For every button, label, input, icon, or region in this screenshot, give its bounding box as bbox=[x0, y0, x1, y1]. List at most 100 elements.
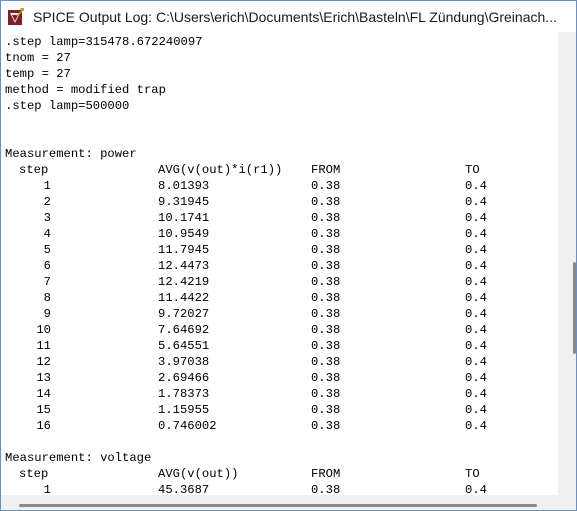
table-cell: 0.4 bbox=[465, 355, 487, 369]
table-cell: 0.38 bbox=[311, 291, 341, 305]
table-cell: 0.4 bbox=[465, 387, 487, 401]
log-line: method = modified trap bbox=[5, 83, 166, 97]
table-cell: 15 bbox=[36, 403, 51, 417]
measurement-row: 1 8.01393 0.38 0.4 bbox=[5, 178, 558, 194]
table-cell: 0.4 bbox=[465, 371, 487, 385]
table-cell: 11.4422 bbox=[158, 291, 210, 305]
column-header: AVG(v(out)) bbox=[158, 467, 239, 481]
table-cell: 0.4 bbox=[465, 307, 487, 321]
column-header: TO bbox=[465, 163, 480, 177]
column-header: TO bbox=[465, 467, 480, 481]
column-header: AVG(v(out)*i(r1)) bbox=[158, 163, 283, 177]
title-bar[interactable]: SPICE Output Log: C:\Users\erich\Documen… bbox=[1, 1, 576, 32]
table-cell: 1.78373 bbox=[158, 387, 210, 401]
table-cell: 7.64692 bbox=[158, 323, 210, 337]
measurement-row: 14 1.78373 0.38 0.4 bbox=[5, 386, 558, 402]
table-cell: 8 bbox=[43, 291, 51, 305]
spice-output-log-window: SPICE Output Log: C:\Users\erich\Documen… bbox=[0, 0, 577, 511]
measurement-row: 10 7.64692 0.38 0.4 bbox=[5, 322, 558, 338]
table-cell: 0.38 bbox=[311, 259, 341, 273]
table-cell: 11 bbox=[36, 339, 51, 353]
table-cell: 45.3687 bbox=[158, 483, 210, 495]
table-cell: 0.38 bbox=[311, 307, 341, 321]
table-cell: 2.69466 bbox=[158, 371, 210, 385]
measurement-row: 8 11.4422 0.38 0.4 bbox=[5, 290, 558, 306]
vertical-scrollbar[interactable] bbox=[558, 32, 576, 495]
table-cell: 0.4 bbox=[465, 323, 487, 337]
measurement-row: 6 12.4473 0.38 0.4 bbox=[5, 258, 558, 274]
table-cell: 0.38 bbox=[311, 275, 341, 289]
horizontal-scroll-thumb[interactable] bbox=[19, 504, 537, 507]
table-cell: 10.1741 bbox=[158, 211, 210, 225]
table-cell: 0.38 bbox=[311, 339, 341, 353]
measurement-row: 9 9.72027 0.38 0.4 bbox=[5, 306, 558, 322]
table-cell: 0.38 bbox=[311, 227, 341, 241]
table-cell: 2 bbox=[43, 195, 51, 209]
table-cell: 14 bbox=[36, 387, 51, 401]
table-cell: 0.38 bbox=[311, 323, 341, 337]
measurement-row: 15 1.15955 0.38 0.4 bbox=[5, 402, 558, 418]
table-cell: 0.4 bbox=[465, 227, 487, 241]
table-cell: 10.9549 bbox=[158, 227, 210, 241]
measurement-row: 4 10.9549 0.38 0.4 bbox=[5, 226, 558, 242]
table-cell: 0.4 bbox=[465, 179, 487, 193]
table-cell: 0.38 bbox=[311, 179, 341, 193]
measurement-row: 7 12.4219 0.38 0.4 bbox=[5, 274, 558, 290]
table-cell: 5.64551 bbox=[158, 339, 210, 353]
table-cell: 0.4 bbox=[465, 419, 487, 433]
table-cell: 0.38 bbox=[311, 211, 341, 225]
table-cell: 3 bbox=[43, 211, 51, 225]
measurement-row: 13 2.69466 0.38 0.4 bbox=[5, 370, 558, 386]
table-cell: 0.4 bbox=[465, 291, 487, 305]
log-line: .step lamp=500000 bbox=[5, 99, 130, 113]
table-cell: 0.4 bbox=[465, 339, 487, 353]
table-cell: 11.7945 bbox=[158, 243, 210, 257]
table-cell: 12.4219 bbox=[158, 275, 210, 289]
measurement-row: 12 3.97038 0.38 0.4 bbox=[5, 354, 558, 370]
table-cell: 1.15955 bbox=[158, 403, 210, 417]
table-cell: 0.746002 bbox=[158, 419, 217, 433]
table-cell: 0.38 bbox=[311, 483, 341, 495]
table-cell: 9 bbox=[43, 307, 51, 321]
table-cell: 1 bbox=[43, 179, 51, 193]
ltspice-app-icon bbox=[7, 7, 27, 27]
log-text-area[interactable]: .step lamp=315478.672240097 tnom = 27 temp… bbox=[1, 32, 558, 495]
table-cell: 0.38 bbox=[311, 355, 341, 369]
measurement-row: 11 5.64551 0.38 0.4 bbox=[5, 338, 558, 354]
table-cell: 0.4 bbox=[465, 211, 487, 225]
table-cell: 9.72027 bbox=[158, 307, 210, 321]
measurement-row: 2 9.31945 0.38 0.4 bbox=[5, 194, 558, 210]
log-content: .step lamp=315478.672240097 tnom = 27 temp… bbox=[1, 32, 558, 495]
column-header: step bbox=[19, 467, 49, 481]
log-line: tnom = 27 bbox=[5, 51, 71, 65]
measurement-row: 1 45.3687 0.38 0.4 bbox=[5, 482, 558, 495]
log-line: temp = 27 bbox=[5, 67, 71, 81]
measurement-row: 3 10.1741 0.38 0.4 bbox=[5, 210, 558, 226]
window-title: SPICE Output Log: C:\Users\erich\Documen… bbox=[33, 8, 557, 25]
table-cell: 3.97038 bbox=[158, 355, 210, 369]
measurement-row: 16 0.746002 0.38 0.4 bbox=[5, 418, 558, 434]
table-cell: 0.4 bbox=[465, 195, 487, 209]
table-cell: 13 bbox=[36, 371, 51, 385]
horizontal-scrollbar[interactable] bbox=[1, 495, 558, 510]
column-header: step bbox=[19, 163, 49, 177]
table-cell: 0.4 bbox=[465, 243, 487, 257]
measurement-row: 5 11.7945 0.38 0.4 bbox=[5, 242, 558, 258]
table-cell: 0.4 bbox=[465, 403, 487, 417]
table-cell: 0.4 bbox=[465, 259, 487, 273]
table-cell: 0.4 bbox=[465, 275, 487, 289]
column-header: FROM bbox=[311, 163, 341, 177]
table-cell: 4 bbox=[43, 227, 51, 241]
table-cell: 12 bbox=[36, 355, 51, 369]
table-cell: 7 bbox=[43, 275, 51, 289]
column-header: FROM bbox=[311, 467, 341, 481]
vertical-scroll-thumb[interactable] bbox=[573, 262, 576, 354]
table-cell: 0.38 bbox=[311, 387, 341, 401]
table-cell: 0.38 bbox=[311, 403, 341, 417]
table-cell: 5 bbox=[43, 243, 51, 257]
measurement-header-row: step AVG(v(out)) FROM TO bbox=[5, 466, 558, 482]
table-cell: 0.38 bbox=[311, 419, 341, 433]
